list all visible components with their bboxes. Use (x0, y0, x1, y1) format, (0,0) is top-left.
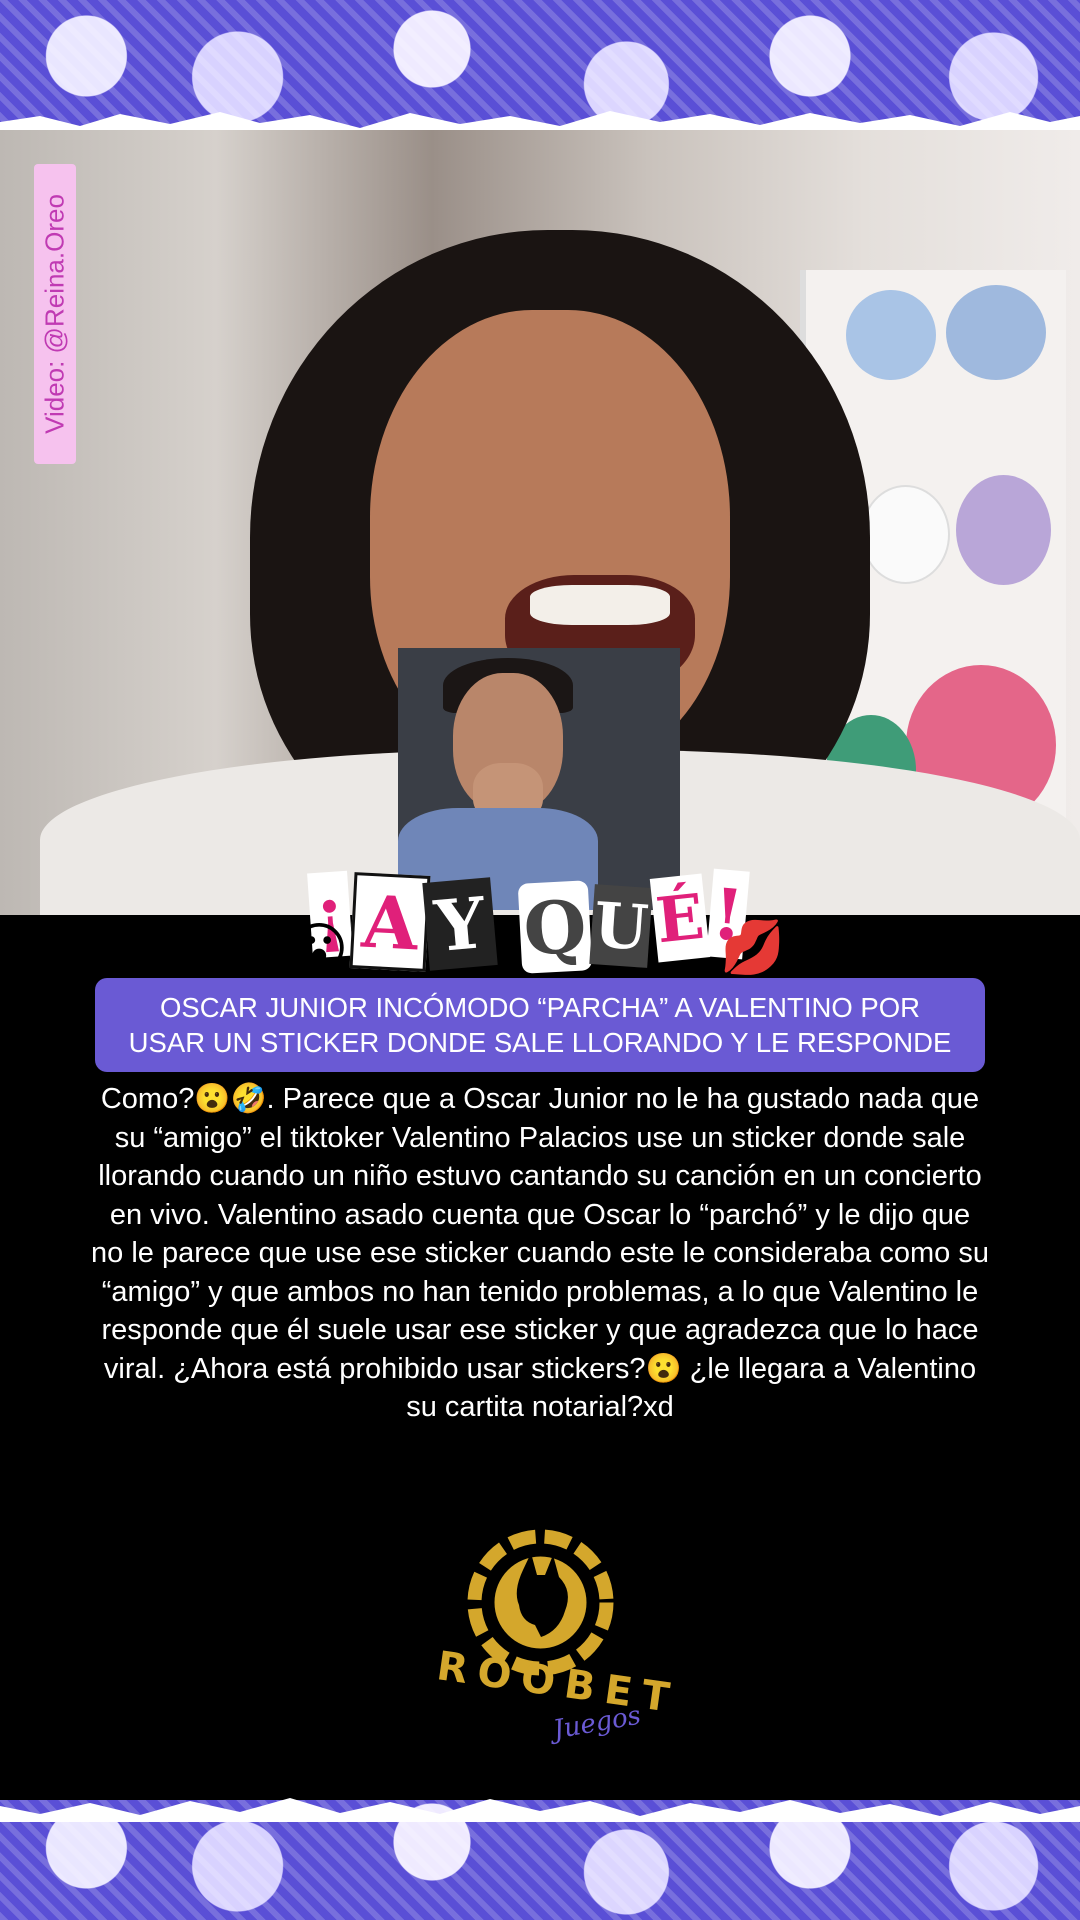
headline-banner: OSCAR JUNIOR INCÓMODO “PARCHA” A VALENTI… (95, 978, 985, 1072)
plush-toy (946, 285, 1046, 380)
title-letter: É (649, 873, 711, 963)
kiss-lips-icon: 💋 (720, 918, 785, 978)
torn-paper-edge-bottom-highlight (0, 1798, 1080, 1822)
title-letter: Q (517, 880, 593, 974)
headline-line-1: OSCAR JUNIOR INCÓMODO “PARCHA” A VALENTI… (160, 992, 920, 1023)
plush-toy (861, 485, 950, 584)
title-letter: Y (422, 877, 498, 971)
video-credit-text: Video: @Reina.Oreo (39, 194, 70, 434)
title-letter: A (349, 872, 431, 972)
roobet-wordmark: ROOBET Juegos (428, 1643, 682, 1750)
headline-line-2: USAR UN STICKER DONDE SALE LLORANDO Y LE… (128, 1027, 952, 1058)
surprised-face-icon: 😮 (290, 917, 349, 982)
plush-toy (956, 475, 1051, 585)
person-teeth (530, 585, 670, 625)
plush-toy (846, 290, 936, 380)
video-credit-watermark: Video: @Reina.Oreo (34, 164, 76, 464)
ay-que-title-graphic: ¡ A Y Q U É ! 😮 💋 (280, 862, 800, 982)
title-letter: U (589, 884, 653, 968)
caption-body: Como?😮🤣. Parece que a Oscar Junior no le… (90, 1080, 990, 1427)
caption-text: Como?😮🤣. Parece que a Oscar Junior no le… (91, 1083, 989, 1423)
roobet-brand-text: ROOBET (433, 1643, 682, 1723)
